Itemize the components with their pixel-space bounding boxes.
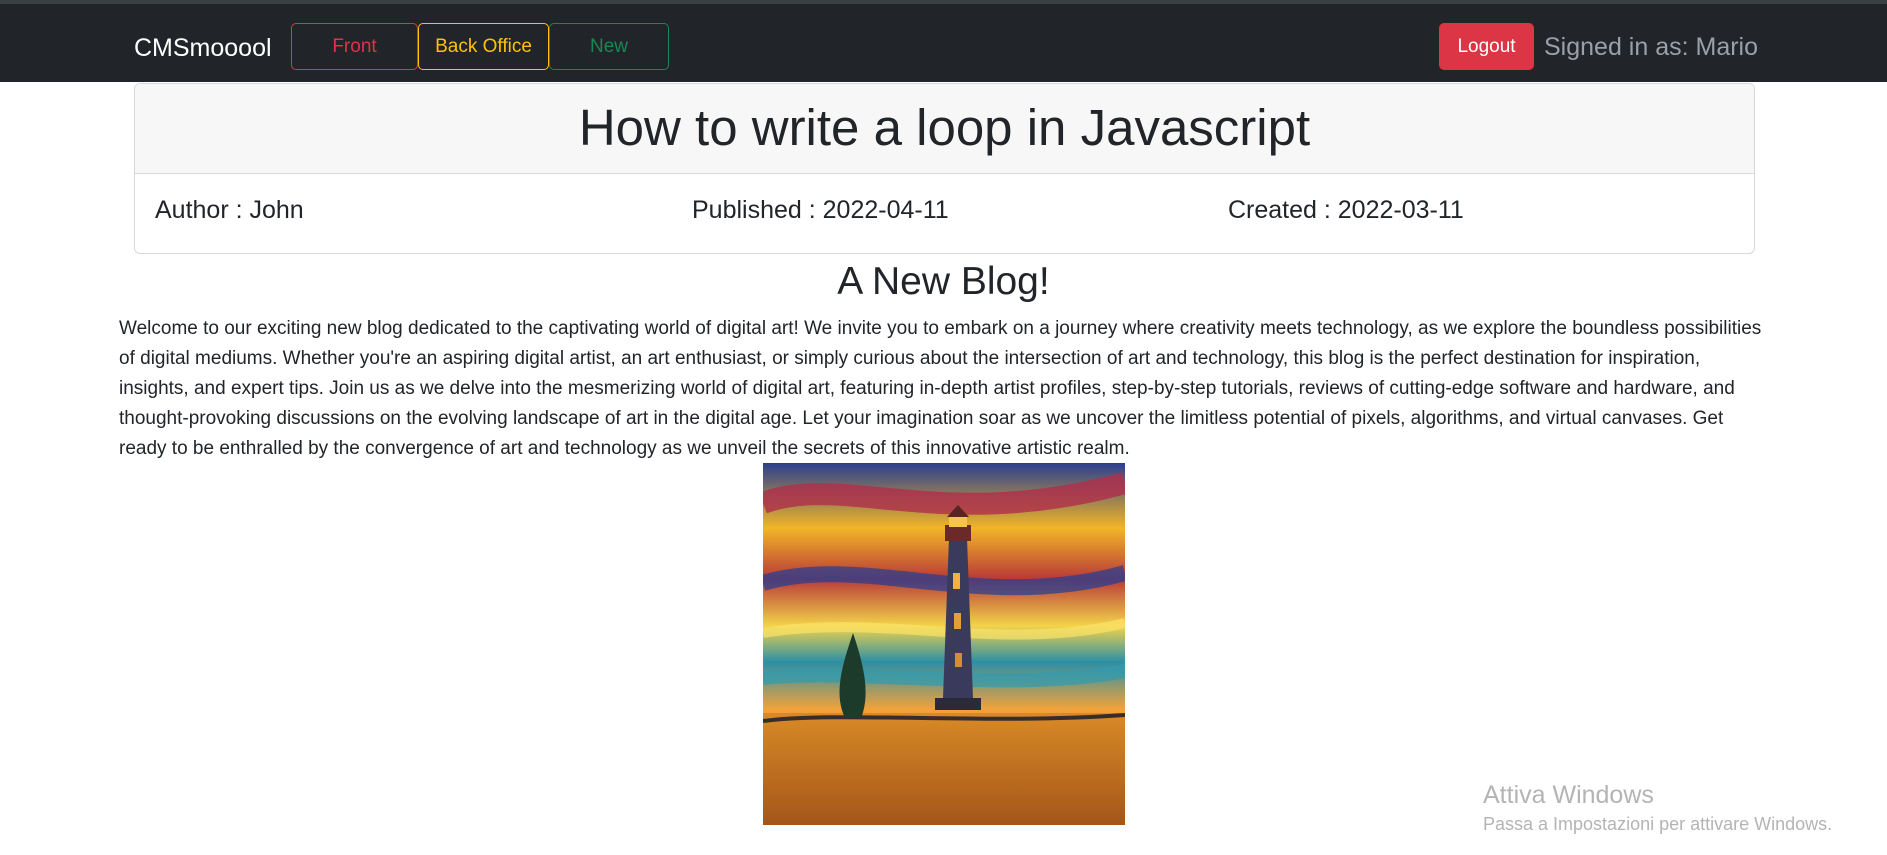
post-title: How to write a loop in Javascript <box>135 84 1754 174</box>
post-meta: Author : John Published : 2022-04-11 Cre… <box>135 174 1754 253</box>
front-page-button[interactable]: Front Page <box>291 23 418 102</box>
post-author: Author : John <box>155 196 304 224</box>
post-created-date: Created : 2022-03-11 <box>1228 196 1464 224</box>
logout-button[interactable]: Logout <box>1439 23 1534 70</box>
windows-activation-subtitle: Passa a Impostazioni per attivare Window… <box>1483 814 1833 834</box>
windows-activation-title: Attiva Windows <box>1483 781 1654 809</box>
lighthouse-painting-image <box>763 463 1125 825</box>
blog-body-text: Welcome to our exciting new blog dedicat… <box>119 318 1762 459</box>
post-card: How to write a loop in Javascript Author… <box>134 83 1755 254</box>
new-page-button[interactable]: New Page <box>549 23 669 102</box>
navbar: CMSmooool Front Page Back Office New Pag… <box>0 0 1887 102</box>
signed-in-label: Signed in as: Mario <box>1544 33 1759 61</box>
back-office-button[interactable]: Back Office <box>418 23 549 70</box>
brand-link[interactable]: CMSmooool <box>134 32 272 64</box>
post-published-date: Published : 2022-04-11 <box>692 196 949 224</box>
blog-heading: A New Blog! <box>837 260 1050 303</box>
